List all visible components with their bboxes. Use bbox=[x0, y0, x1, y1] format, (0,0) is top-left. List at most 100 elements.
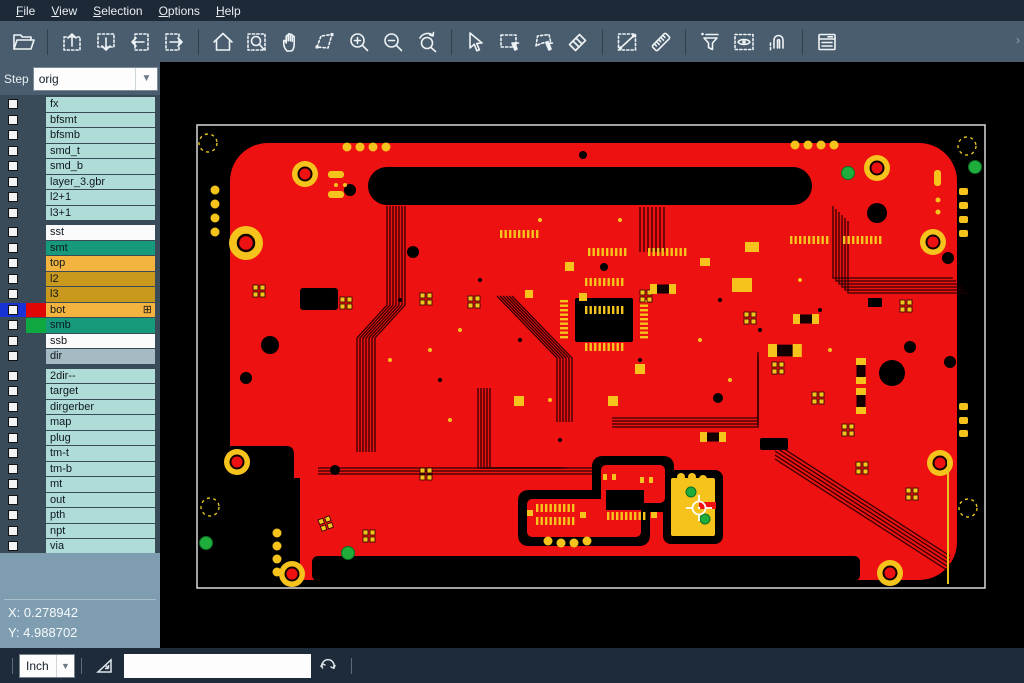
layer-color-swatch[interactable] bbox=[26, 241, 46, 256]
layer-label[interactable]: out bbox=[46, 493, 155, 508]
layer-color-swatch[interactable] bbox=[26, 256, 46, 271]
layer-visibility-checkbox[interactable] bbox=[0, 462, 26, 477]
layer-label[interactable]: bfsmt bbox=[46, 113, 155, 128]
clear-brush-button[interactable] bbox=[563, 27, 593, 57]
layer-visibility-checkbox[interactable] bbox=[0, 384, 26, 399]
layer-color-swatch[interactable] bbox=[26, 334, 46, 349]
layer-color-swatch[interactable] bbox=[26, 206, 46, 221]
menu-options[interactable]: Options bbox=[151, 2, 208, 20]
layer-visibility-checkbox[interactable] bbox=[0, 287, 26, 302]
measure-angle-button[interactable] bbox=[92, 655, 118, 677]
layer-label[interactable]: 2dir-- bbox=[46, 369, 155, 384]
layer-color-swatch[interactable] bbox=[26, 272, 46, 287]
menu-help[interactable]: Help bbox=[208, 2, 249, 20]
layer-label[interactable]: layer_3.gbr bbox=[46, 175, 155, 190]
layer-color-swatch[interactable] bbox=[26, 508, 46, 523]
layer-label[interactable]: map bbox=[46, 415, 155, 430]
layer-color-swatch[interactable] bbox=[26, 415, 46, 430]
zoom-window-button[interactable] bbox=[242, 27, 272, 57]
layer-color-swatch[interactable] bbox=[26, 303, 46, 318]
select-pointer-button[interactable] bbox=[461, 27, 491, 57]
layer-color-swatch[interactable] bbox=[26, 539, 46, 553]
layer-color-swatch[interactable] bbox=[26, 318, 46, 333]
measure-distance-button[interactable] bbox=[612, 27, 642, 57]
toolbar-overflow-chevron[interactable]: › bbox=[1016, 33, 1020, 47]
layer-visibility-checkbox[interactable] bbox=[0, 349, 26, 364]
ruler-button[interactable] bbox=[646, 27, 676, 57]
layer-label[interactable]: l2+1 bbox=[46, 190, 155, 205]
layer-color-swatch[interactable] bbox=[26, 159, 46, 174]
move-up-button[interactable] bbox=[57, 27, 87, 57]
layer-color-swatch[interactable] bbox=[26, 175, 46, 190]
layer-visibility-checkbox[interactable] bbox=[0, 524, 26, 539]
zoom-out-button[interactable] bbox=[378, 27, 408, 57]
layer-label[interactable]: dir bbox=[46, 349, 155, 364]
zoom-polygon-button[interactable] bbox=[310, 27, 340, 57]
layer-label[interactable]: top bbox=[46, 256, 155, 271]
home-view-button[interactable] bbox=[208, 27, 238, 57]
layer-label[interactable]: ssb bbox=[46, 334, 155, 349]
layer-visibility-checkbox[interactable] bbox=[0, 415, 26, 430]
layer-color-swatch[interactable] bbox=[26, 493, 46, 508]
layer-color-swatch[interactable] bbox=[26, 113, 46, 128]
layer-label[interactable]: target bbox=[46, 384, 155, 399]
layer-label[interactable]: mt bbox=[46, 477, 155, 492]
layer-visibility-checkbox[interactable] bbox=[0, 303, 26, 318]
menu-file[interactable]: File bbox=[8, 2, 43, 20]
layer-color-swatch[interactable] bbox=[26, 431, 46, 446]
layer-label[interactable]: l3+1 bbox=[46, 206, 155, 221]
layer-label[interactable]: npt bbox=[46, 524, 155, 539]
layer-visibility-checkbox[interactable] bbox=[0, 493, 26, 508]
refresh-button[interactable] bbox=[314, 654, 342, 678]
layer-visibility-checkbox[interactable] bbox=[0, 334, 26, 349]
layer-color-swatch[interactable] bbox=[26, 128, 46, 143]
layer-visibility-checkbox[interactable] bbox=[0, 256, 26, 271]
layer-label[interactable]: smb bbox=[46, 318, 155, 333]
layer-color-swatch[interactable] bbox=[26, 384, 46, 399]
layer-label[interactable]: fx bbox=[46, 97, 155, 112]
layer-visibility-checkbox[interactable] bbox=[0, 206, 26, 221]
layer-color-swatch[interactable] bbox=[26, 287, 46, 302]
layer-label[interactable]: plug bbox=[46, 431, 155, 446]
layer-color-swatch[interactable] bbox=[26, 446, 46, 461]
layers-panel-button[interactable] bbox=[812, 27, 842, 57]
zoom-previous-button[interactable] bbox=[412, 27, 442, 57]
layer-color-swatch[interactable] bbox=[26, 97, 46, 112]
layer-visibility-checkbox[interactable] bbox=[0, 241, 26, 256]
layer-visibility-checkbox[interactable] bbox=[0, 369, 26, 384]
layer-visibility-checkbox[interactable] bbox=[0, 190, 26, 205]
layer-color-swatch[interactable] bbox=[26, 462, 46, 477]
layer-color-swatch[interactable] bbox=[26, 400, 46, 415]
layer-color-swatch[interactable] bbox=[26, 144, 46, 159]
layer-color-swatch[interactable] bbox=[26, 369, 46, 384]
select-polygon-button[interactable] bbox=[529, 27, 559, 57]
command-input[interactable] bbox=[124, 654, 311, 678]
move-left-button[interactable] bbox=[125, 27, 155, 57]
layer-label[interactable]: tm-b bbox=[46, 462, 155, 477]
layer-label[interactable]: smt bbox=[46, 241, 155, 256]
layer-color-swatch[interactable] bbox=[26, 349, 46, 364]
layer-visibility-checkbox[interactable] bbox=[0, 128, 26, 143]
layer-label[interactable]: dirgerber bbox=[46, 400, 155, 415]
layer-label[interactable]: sst bbox=[46, 225, 155, 240]
layer-visibility-checkbox[interactable] bbox=[0, 225, 26, 240]
layer-visibility-checkbox[interactable] bbox=[0, 400, 26, 415]
layer-visibility-checkbox[interactable] bbox=[0, 97, 26, 112]
pcb-canvas[interactable] bbox=[160, 62, 1024, 648]
open-file-button[interactable] bbox=[8, 27, 38, 57]
layer-visibility-checkbox[interactable] bbox=[0, 113, 26, 128]
layer-label[interactable]: l3 bbox=[46, 287, 155, 302]
move-right-button[interactable] bbox=[159, 27, 189, 57]
layer-color-swatch[interactable] bbox=[26, 524, 46, 539]
view-options-button[interactable] bbox=[729, 27, 759, 57]
pan-button[interactable] bbox=[276, 27, 306, 57]
layer-visibility-checkbox[interactable] bbox=[0, 144, 26, 159]
menu-view[interactable]: View bbox=[43, 2, 85, 20]
layer-visibility-checkbox[interactable] bbox=[0, 431, 26, 446]
layer-visibility-checkbox[interactable] bbox=[0, 539, 26, 553]
layer-label[interactable]: bot⊞ bbox=[46, 303, 155, 318]
snap-button[interactable] bbox=[763, 27, 793, 57]
layer-label[interactable]: smd_t bbox=[46, 144, 155, 159]
layer-visibility-checkbox[interactable] bbox=[0, 175, 26, 190]
layer-label[interactable]: via bbox=[46, 539, 155, 553]
